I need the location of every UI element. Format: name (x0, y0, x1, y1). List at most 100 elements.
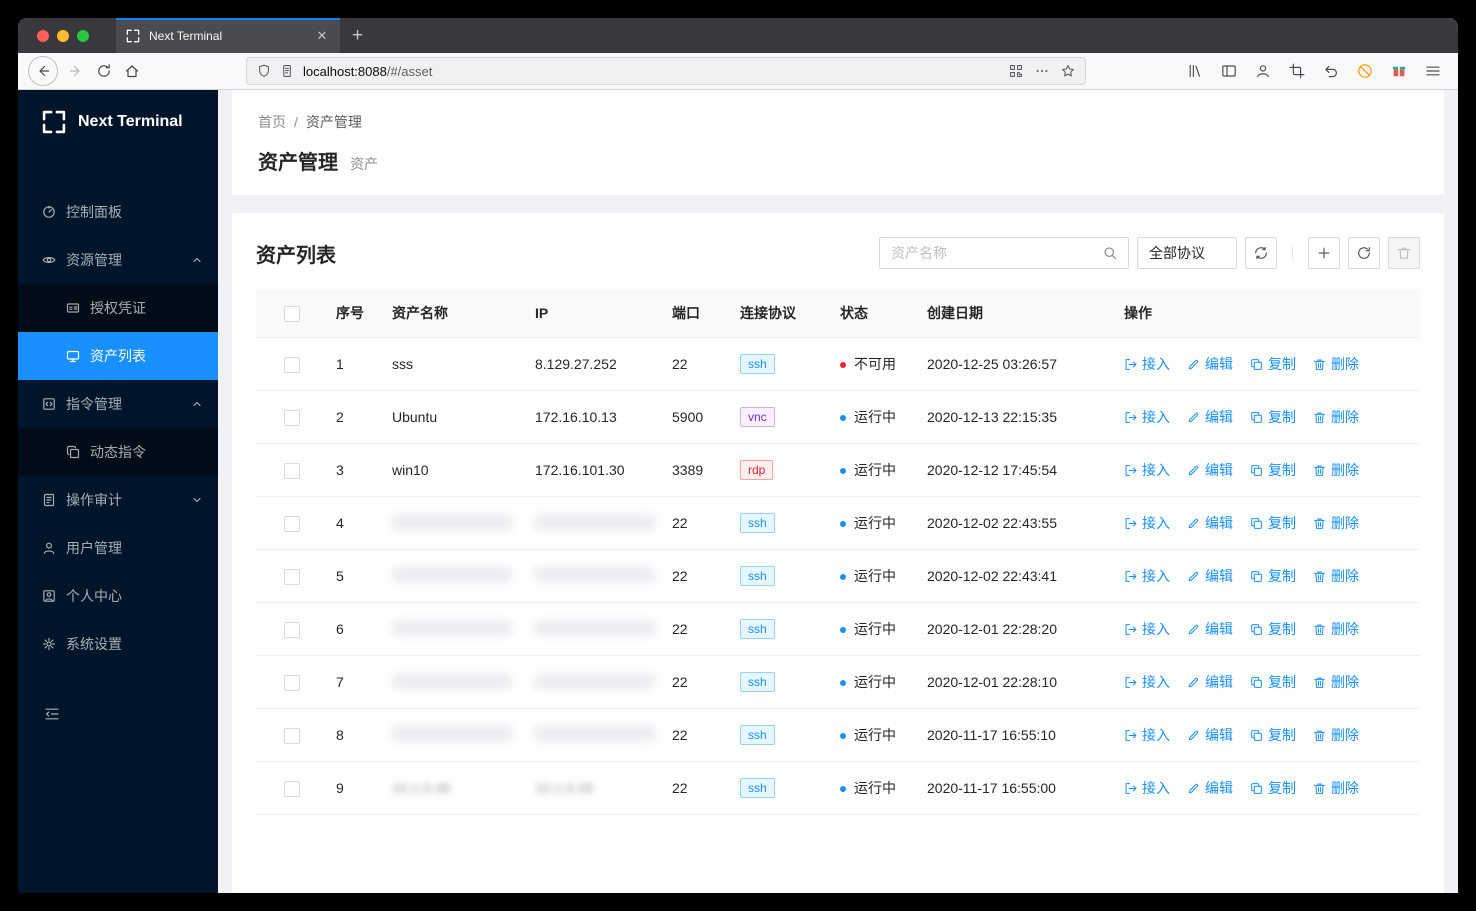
minimize-button[interactable] (57, 29, 69, 42)
content-blocker-icon[interactable] (1350, 57, 1380, 85)
zoom-button[interactable] (77, 29, 89, 42)
sync-button[interactable] (1245, 237, 1277, 269)
sidebar-item-audit[interactable]: 操作审计 (18, 476, 218, 524)
delete-row-button[interactable]: 删除 (1313, 672, 1359, 692)
column-header-created: 创建日期 (919, 289, 1116, 338)
access-button[interactable]: 接入 (1124, 778, 1170, 798)
row-checkbox[interactable] (284, 621, 300, 638)
sidebar-item-label: 资源管理 (66, 252, 122, 268)
access-button[interactable]: 接入 (1124, 513, 1170, 533)
code-icon (42, 397, 56, 411)
home-button[interactable] (118, 57, 146, 85)
tab-close-icon[interactable]: ✕ (313, 27, 331, 45)
screenshot-crop-icon[interactable] (1282, 57, 1312, 85)
status-dot (840, 468, 846, 475)
access-button[interactable]: 接入 (1124, 354, 1170, 374)
edit-button[interactable]: 编辑 (1187, 778, 1233, 798)
delete-row-button[interactable]: 删除 (1313, 513, 1359, 533)
copy-button[interactable]: 复制 (1250, 619, 1296, 639)
access-button[interactable]: 接入 (1124, 672, 1170, 692)
copy-button[interactable]: 复制 (1250, 566, 1296, 586)
delete-row-button[interactable]: 删除 (1313, 778, 1359, 798)
sidebar-item-profile[interactable]: 个人中心 (18, 572, 218, 620)
select-all-checkbox[interactable] (284, 305, 300, 322)
status-text: 运行中 (854, 462, 896, 478)
row-checkbox[interactable] (284, 462, 300, 479)
edit-button[interactable]: 编辑 (1187, 407, 1233, 427)
close-button[interactable] (37, 29, 49, 42)
sidebar-item-settings[interactable]: 系统设置 (18, 620, 218, 668)
delete-row-button[interactable]: 删除 (1313, 619, 1359, 639)
edit-button[interactable]: 编辑 (1187, 460, 1233, 480)
protocol-filter-select[interactable]: 全部协议 (1137, 237, 1237, 269)
copy-button[interactable]: 复制 (1250, 672, 1296, 692)
copy-button[interactable]: 复制 (1250, 513, 1296, 533)
copy-button[interactable]: 复制 (1250, 778, 1296, 798)
copy-button[interactable]: 复制 (1250, 460, 1296, 480)
sidebar-item-asset-list[interactable]: 资产列表 (18, 332, 218, 380)
asset-port: 22 (664, 549, 732, 603)
library-icon[interactable] (1180, 57, 1210, 85)
row-checkbox[interactable] (284, 356, 300, 373)
sidebar-collapse-button[interactable] (18, 706, 218, 722)
row-checkbox[interactable] (284, 780, 300, 797)
copy-button[interactable]: 复制 (1250, 407, 1296, 427)
delete-button[interactable] (1388, 237, 1420, 269)
access-button[interactable]: 接入 (1124, 566, 1170, 586)
edit-button[interactable]: 编辑 (1187, 619, 1233, 639)
row-checkbox[interactable] (284, 727, 300, 744)
tracking-shield-icon[interactable] (257, 64, 271, 78)
copy-button[interactable]: 复制 (1250, 725, 1296, 745)
access-button[interactable]: 接入 (1124, 460, 1170, 480)
menu-hamburger-icon[interactable] (1418, 57, 1448, 85)
delete-row-button[interactable]: 删除 (1313, 725, 1359, 745)
reload-button[interactable] (90, 57, 118, 85)
sidebar-item-users[interactable]: 用户管理 (18, 524, 218, 572)
delete-row-button[interactable]: 删除 (1313, 460, 1359, 480)
row-checkbox[interactable] (284, 515, 300, 532)
add-button[interactable] (1308, 237, 1340, 269)
edit-button[interactable]: 编辑 (1187, 725, 1233, 745)
breadcrumb-home[interactable]: 首页 (258, 112, 286, 132)
delete-row-button[interactable]: 删除 (1313, 354, 1359, 374)
sidebar-item-commands[interactable]: 指令管理 (18, 380, 218, 428)
account-icon[interactable] (1248, 57, 1278, 85)
qr-code-icon[interactable] (1009, 64, 1023, 78)
search-icon[interactable] (1103, 246, 1117, 260)
access-button[interactable]: 接入 (1124, 407, 1170, 427)
edit-button[interactable]: 编辑 (1187, 513, 1233, 533)
back-button[interactable] (28, 56, 58, 86)
edit-button[interactable]: 编辑 (1187, 672, 1233, 692)
app-logo[interactable]: Next Terminal (18, 90, 218, 154)
sidebar-item-resources[interactable]: 资源管理 (18, 236, 218, 284)
delete-row-button[interactable]: 删除 (1313, 407, 1359, 427)
status-text: 运行中 (854, 780, 896, 796)
undo-icon[interactable] (1316, 57, 1346, 85)
sidebar-item-dashboard[interactable]: 控制面板 (18, 188, 218, 236)
page-info-icon[interactable] (280, 64, 294, 78)
sidebar-item-label: 个人中心 (66, 588, 122, 604)
search-input[interactable] (891, 245, 1103, 261)
access-button[interactable]: 接入 (1124, 619, 1170, 639)
forward-button[interactable] (62, 57, 90, 85)
row-checkbox[interactable] (284, 409, 300, 426)
new-tab-button[interactable]: + (352, 26, 363, 45)
bookmark-star-icon[interactable] (1061, 64, 1075, 78)
page-actions-icon[interactable] (1035, 64, 1049, 78)
gift-extension-icon[interactable] (1384, 57, 1414, 85)
sidebar-item-credentials[interactable]: 授权凭证 (18, 284, 218, 332)
access-button[interactable]: 接入 (1124, 725, 1170, 745)
sidebar-item-dynamic-commands[interactable]: 动态指令 (18, 428, 218, 476)
copy-button[interactable]: 复制 (1250, 354, 1296, 374)
sidebar-toggle-icon[interactable] (1214, 57, 1244, 85)
browser-tab[interactable]: Next Terminal ✕ (116, 18, 340, 53)
edit-button[interactable]: 编辑 (1187, 566, 1233, 586)
address-bar[interactable]: localhost:8088/#/asset (246, 57, 1086, 85)
created-date: 2020-12-13 22:15:35 (919, 390, 1116, 444)
sidebar-item-label: 操作审计 (66, 492, 122, 508)
delete-row-button[interactable]: 删除 (1313, 566, 1359, 586)
row-checkbox[interactable] (284, 674, 300, 691)
refresh-button[interactable] (1348, 237, 1380, 269)
row-checkbox[interactable] (284, 568, 300, 585)
edit-button[interactable]: 编辑 (1187, 354, 1233, 374)
